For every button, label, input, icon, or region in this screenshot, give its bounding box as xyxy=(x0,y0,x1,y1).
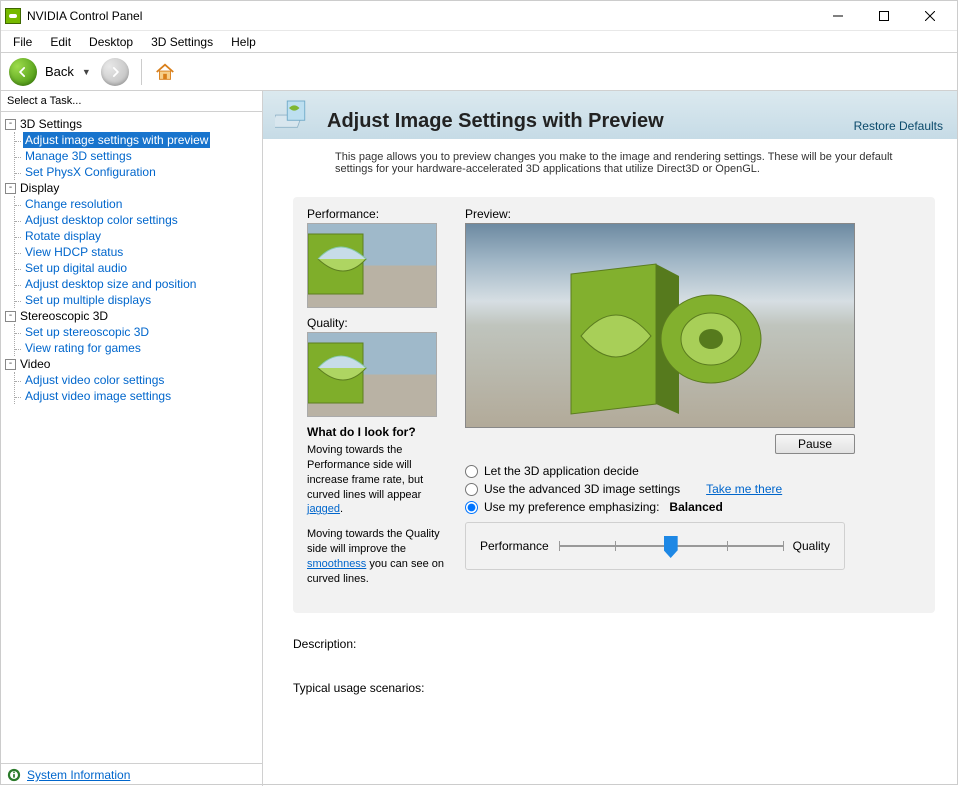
menu-desktop[interactable]: Desktop xyxy=(81,33,141,51)
task-link[interactable]: Set PhysX Configuration xyxy=(23,164,158,180)
task-link[interactable]: Adjust video color settings xyxy=(23,372,166,388)
quality-label: Quality: xyxy=(307,316,447,330)
page-title: Adjust Image Settings with Preview xyxy=(327,110,664,133)
radio-preference-label: Use my preference emphasizing: xyxy=(484,500,659,514)
tree-toggle[interactable]: - xyxy=(5,119,16,130)
menubar: File Edit Desktop 3D Settings Help xyxy=(1,31,957,53)
radio-preference[interactable] xyxy=(465,501,478,514)
task-link[interactable]: Set up multiple displays xyxy=(23,292,153,308)
radio-app-decide[interactable] xyxy=(465,465,478,478)
preference-value: Balanced xyxy=(669,500,722,514)
description-label: Description: xyxy=(293,637,935,651)
performance-thumbnail xyxy=(307,223,437,308)
jagged-link[interactable]: jagged xyxy=(307,503,340,515)
radio-advanced-label: Use the advanced 3D image settings xyxy=(484,482,680,496)
help-text-performance: Moving towards the Performance side will… xyxy=(307,443,447,517)
task-link[interactable]: Rotate display xyxy=(23,228,103,244)
tree-category-label: Video xyxy=(20,357,50,371)
task-link[interactable]: Set up stereoscopic 3D xyxy=(23,324,151,340)
slider-right-label: Quality xyxy=(793,539,830,553)
task-link[interactable]: Manage 3D settings xyxy=(23,148,134,164)
smoothness-link[interactable]: smoothness xyxy=(307,558,366,570)
task-link[interactable]: Set up digital audio xyxy=(23,260,129,276)
usage-scenarios-label: Typical usage scenarios: xyxy=(293,681,935,695)
back-label: Back xyxy=(45,64,74,79)
quality-thumbnail xyxy=(307,332,437,417)
preview-label: Preview: xyxy=(465,207,921,221)
menu-help[interactable]: Help xyxy=(223,33,264,51)
task-link[interactable]: Adjust video image settings xyxy=(23,388,173,404)
take-me-there-link[interactable]: Take me there xyxy=(706,482,782,496)
radio-advanced[interactable] xyxy=(465,483,478,496)
quality-slider[interactable] xyxy=(559,535,783,557)
minimize-button[interactable] xyxy=(815,1,861,31)
back-history-dropdown[interactable]: ▼ xyxy=(82,67,91,77)
tree-category-label: Display xyxy=(20,181,59,195)
tree-category-label: 3D Settings xyxy=(20,117,82,131)
maximize-button[interactable] xyxy=(861,1,907,31)
task-link[interactable]: Adjust image settings with preview xyxy=(23,132,210,148)
task-link[interactable]: Adjust desktop size and position xyxy=(23,276,198,292)
preview-viewport xyxy=(465,223,855,428)
page-intro: This page allows you to preview changes … xyxy=(335,151,915,175)
back-button[interactable] xyxy=(9,58,37,86)
task-tree: -3D SettingsAdjust image settings with p… xyxy=(1,112,262,763)
what-look-for-heading: What do I look for? xyxy=(307,425,447,439)
window-title: NVIDIA Control Panel xyxy=(27,9,142,23)
sidebar-heading: Select a Task... xyxy=(1,91,262,112)
home-button[interactable] xyxy=(154,61,176,83)
tree-toggle[interactable]: - xyxy=(5,359,16,370)
tree-category-label: Stereoscopic 3D xyxy=(20,309,108,323)
task-link[interactable]: View HDCP status xyxy=(23,244,125,260)
slider-left-label: Performance xyxy=(480,539,549,553)
menu-file[interactable]: File xyxy=(5,33,40,51)
menu-edit[interactable]: Edit xyxy=(42,33,79,51)
radio-app-decide-label: Let the 3D application decide xyxy=(484,464,639,478)
tree-toggle[interactable]: - xyxy=(5,183,16,194)
performance-label: Performance: xyxy=(307,207,447,221)
system-info-icon xyxy=(7,768,21,782)
task-link[interactable]: Adjust desktop color settings xyxy=(23,212,180,228)
page-header-icon xyxy=(275,97,317,133)
restore-defaults-link[interactable]: Restore Defaults xyxy=(854,119,943,133)
forward-button[interactable] xyxy=(101,58,129,86)
tree-toggle[interactable]: - xyxy=(5,311,16,322)
task-link[interactable]: Change resolution xyxy=(23,196,124,212)
pause-button[interactable]: Pause xyxy=(775,434,855,454)
app-icon xyxy=(5,8,21,24)
system-information-link[interactable]: System Information xyxy=(27,768,130,782)
close-button[interactable] xyxy=(907,1,953,31)
task-link[interactable]: View rating for games xyxy=(23,340,143,356)
help-text-quality: Moving towards the Quality side will imp… xyxy=(307,527,447,586)
menu-3d-settings[interactable]: 3D Settings xyxy=(143,33,221,51)
